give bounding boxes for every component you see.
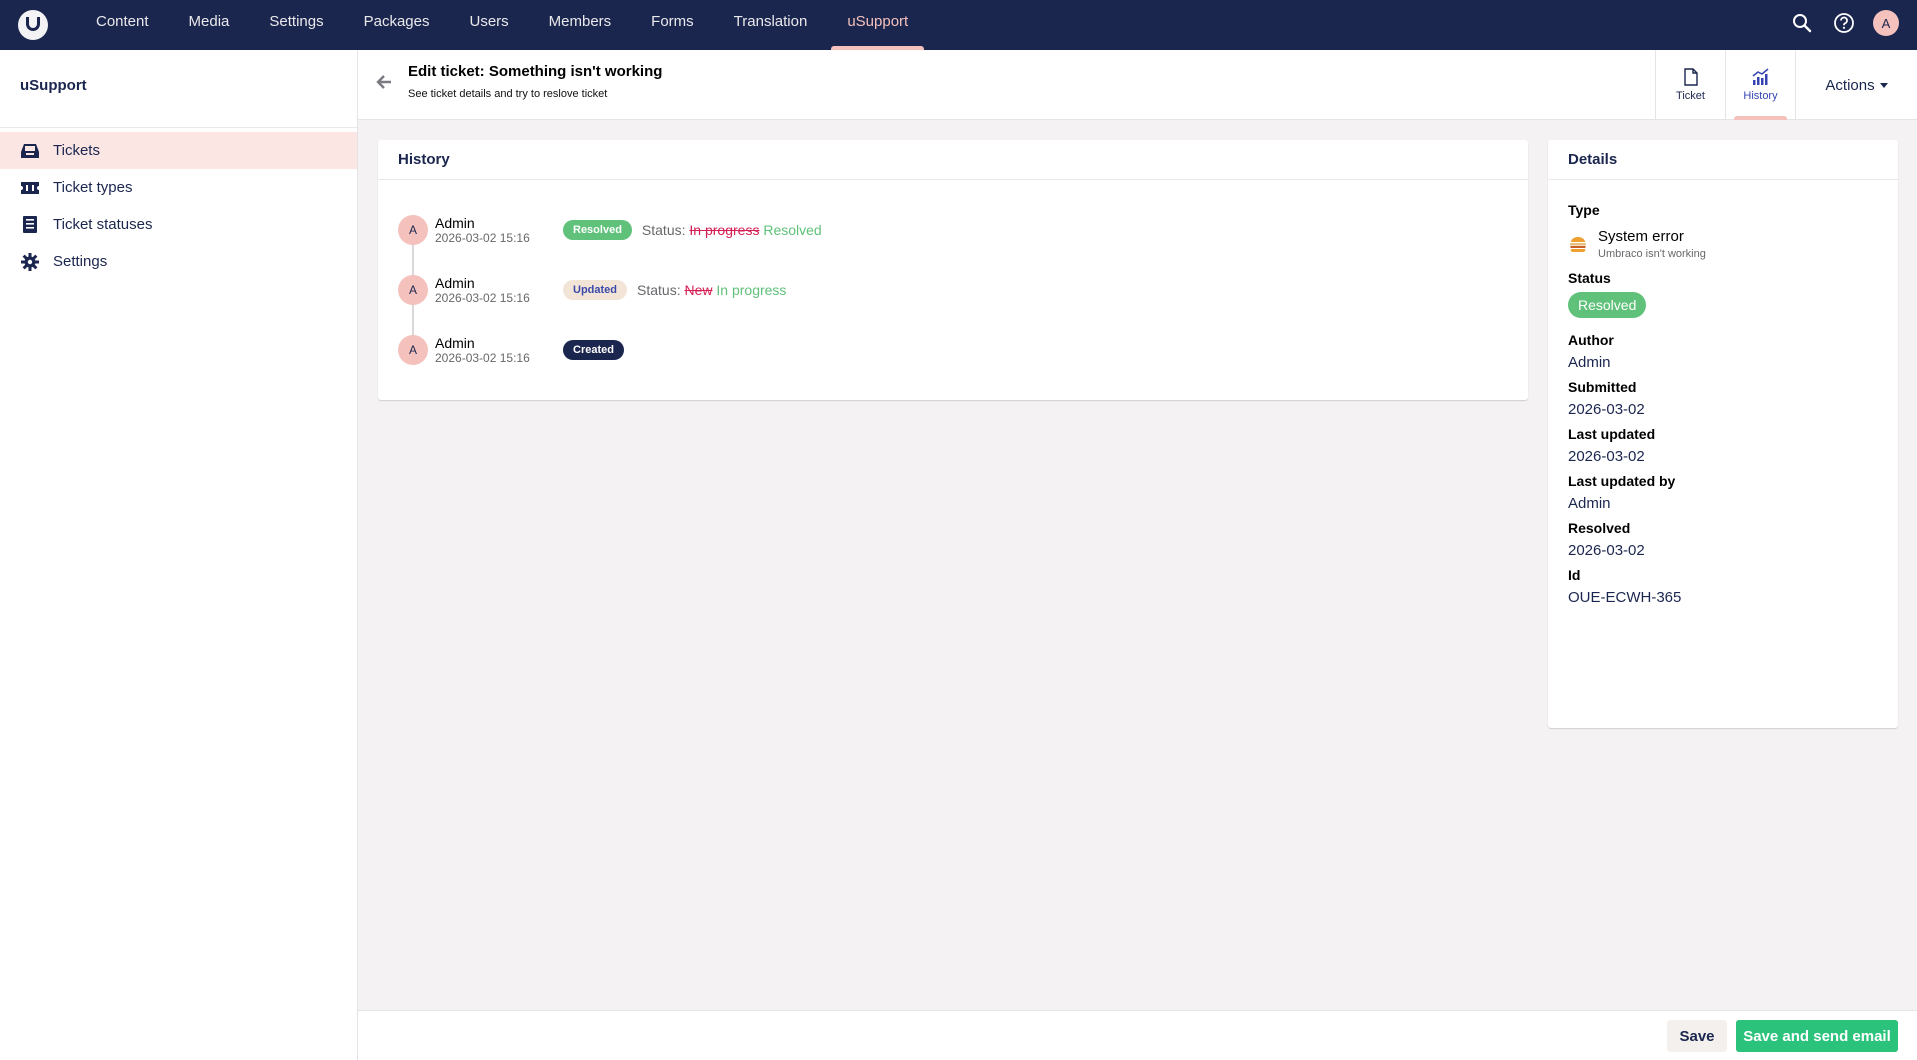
entry-author: Admin (435, 275, 475, 291)
old-value: New (684, 282, 713, 298)
id-value: OUE-ECWH-365 (1568, 589, 1682, 606)
entry-change: Status: New In progress (637, 282, 786, 298)
status-badge: Updated (563, 280, 627, 300)
submitted-value: 2026-03-02 (1568, 401, 1645, 418)
sidebar-item-label: Ticket types (53, 179, 133, 196)
burger-icon (1570, 237, 1586, 253)
history-entry: A Admin 2026-03-02 15:16 Created (398, 320, 1528, 380)
document-icon (1683, 68, 1698, 86)
tab-label: Ticket (1676, 90, 1705, 102)
nav-item-media[interactable]: Media (169, 0, 250, 50)
author-label: Author (1568, 332, 1614, 348)
resolved-label: Resolved (1568, 520, 1631, 536)
tab-label: History (1743, 90, 1778, 102)
nav-item-forms[interactable]: Forms (631, 0, 714, 50)
nav-item-settings[interactable]: Settings (249, 0, 343, 50)
inbox-icon (20, 141, 40, 161)
help-icon[interactable] (1831, 10, 1857, 36)
type-description: Umbraco isn't working (1598, 248, 1706, 260)
editor-footer: Save Save and send email (358, 1010, 1917, 1060)
submitted-label: Submitted (1568, 379, 1637, 395)
page-subtitle: See ticket details and try to reslove ti… (408, 88, 608, 100)
nav-item-users[interactable]: Users (449, 0, 528, 50)
history-timeline: A Admin 2026-03-02 15:16 Resolved Status… (378, 180, 1528, 380)
nav-item-usupport[interactable]: uSupport (827, 0, 928, 50)
resolved-value: 2026-03-02 (1568, 542, 1645, 559)
sidebar-title: uSupport (0, 50, 357, 128)
tab-history[interactable]: History (1725, 50, 1795, 120)
type-name: System error (1598, 228, 1684, 245)
entry-date: 2026-03-02 15:16 (435, 291, 530, 305)
entry-author: Admin (435, 215, 475, 231)
save-and-send-email-button[interactable]: Save and send email (1736, 1020, 1898, 1052)
entry-date: 2026-03-02 15:16 (435, 351, 530, 365)
new-value: In progress (716, 282, 787, 298)
sidebar-item-label: Settings (53, 253, 108, 270)
search-icon[interactable] (1789, 10, 1815, 36)
details-title: Details (1548, 140, 1898, 180)
avatar: A (398, 335, 428, 365)
nav-item-content[interactable]: Content (76, 0, 169, 50)
nav-item-members[interactable]: Members (529, 0, 632, 50)
sidebar-item-ticket-statuses[interactable]: Ticket statuses (0, 206, 357, 243)
entry-date: 2026-03-02 15:16 (435, 231, 530, 245)
sidebar: uSupport Tickets Ticket types Ticket sta… (0, 50, 358, 1060)
avatar: A (398, 275, 428, 305)
last-updated-value: 2026-03-02 (1568, 448, 1645, 465)
status-label: Status (1568, 270, 1611, 286)
tab-ticket[interactable]: Ticket (1655, 50, 1725, 120)
caret-down-icon (1879, 82, 1888, 88)
back-arrow-icon[interactable] (376, 74, 396, 94)
ticket-icon (20, 178, 40, 198)
sidebar-item-label: Ticket statuses (53, 216, 153, 233)
user-avatar[interactable]: A (1873, 10, 1899, 36)
ticket-type: System error Umbraco isn't working (1568, 228, 1878, 260)
entry-author: Admin (435, 335, 475, 351)
main-nav: Content Media Settings Packages Users Me… (76, 0, 928, 50)
actions-dropdown[interactable]: Actions (1795, 50, 1917, 120)
page-title: Edit ticket: Something isn't working (408, 63, 663, 80)
actions-label: Actions (1825, 76, 1875, 94)
entry-change: Status: In progress Resolved (642, 222, 822, 238)
checklist-icon (20, 215, 40, 235)
new-value: Resolved (763, 222, 822, 238)
history-panel: History A Admin 2026-03-02 15:16 Resolve… (378, 140, 1528, 400)
umbraco-logo[interactable] (18, 10, 48, 40)
top-navigation: Content Media Settings Packages Users Me… (0, 0, 1917, 50)
nav-item-translation[interactable]: Translation (714, 0, 828, 50)
status-badge: Created (563, 340, 624, 360)
sidebar-item-ticket-types[interactable]: Ticket types (0, 169, 357, 206)
last-updated-by-label: Last updated by (1568, 473, 1676, 489)
sidebar-item-settings[interactable]: Settings (0, 243, 357, 280)
change-prefix: Status: (637, 282, 681, 298)
editor-header: Edit ticket: Something isn't working See… (358, 50, 1917, 120)
avatar: A (398, 215, 428, 245)
old-value: In progress (689, 222, 760, 238)
history-entry: A Admin 2026-03-02 15:16 Resolved Status… (398, 200, 1528, 260)
save-button[interactable]: Save (1667, 1020, 1727, 1052)
last-updated-label: Last updated (1568, 426, 1656, 442)
change-prefix: Status: (641, 222, 686, 238)
author-value: Admin (1568, 354, 1611, 371)
nav-item-packages[interactable]: Packages (344, 0, 450, 50)
chart-icon (1752, 68, 1768, 85)
status-badge: Resolved (563, 220, 632, 240)
details-panel: Details Type System error Umbraco isn't … (1548, 140, 1898, 728)
sidebar-item-tickets[interactable]: Tickets (0, 132, 357, 169)
gear-icon (20, 252, 40, 272)
type-label: Type (1568, 202, 1600, 218)
sidebar-item-label: Tickets (53, 142, 100, 159)
status-badge: Resolved (1568, 292, 1647, 318)
history-title: History (378, 140, 1528, 180)
history-entry: A Admin 2026-03-02 15:16 Updated Status:… (398, 260, 1528, 320)
id-label: Id (1568, 567, 1581, 583)
last-updated-by-value: Admin (1568, 495, 1611, 512)
